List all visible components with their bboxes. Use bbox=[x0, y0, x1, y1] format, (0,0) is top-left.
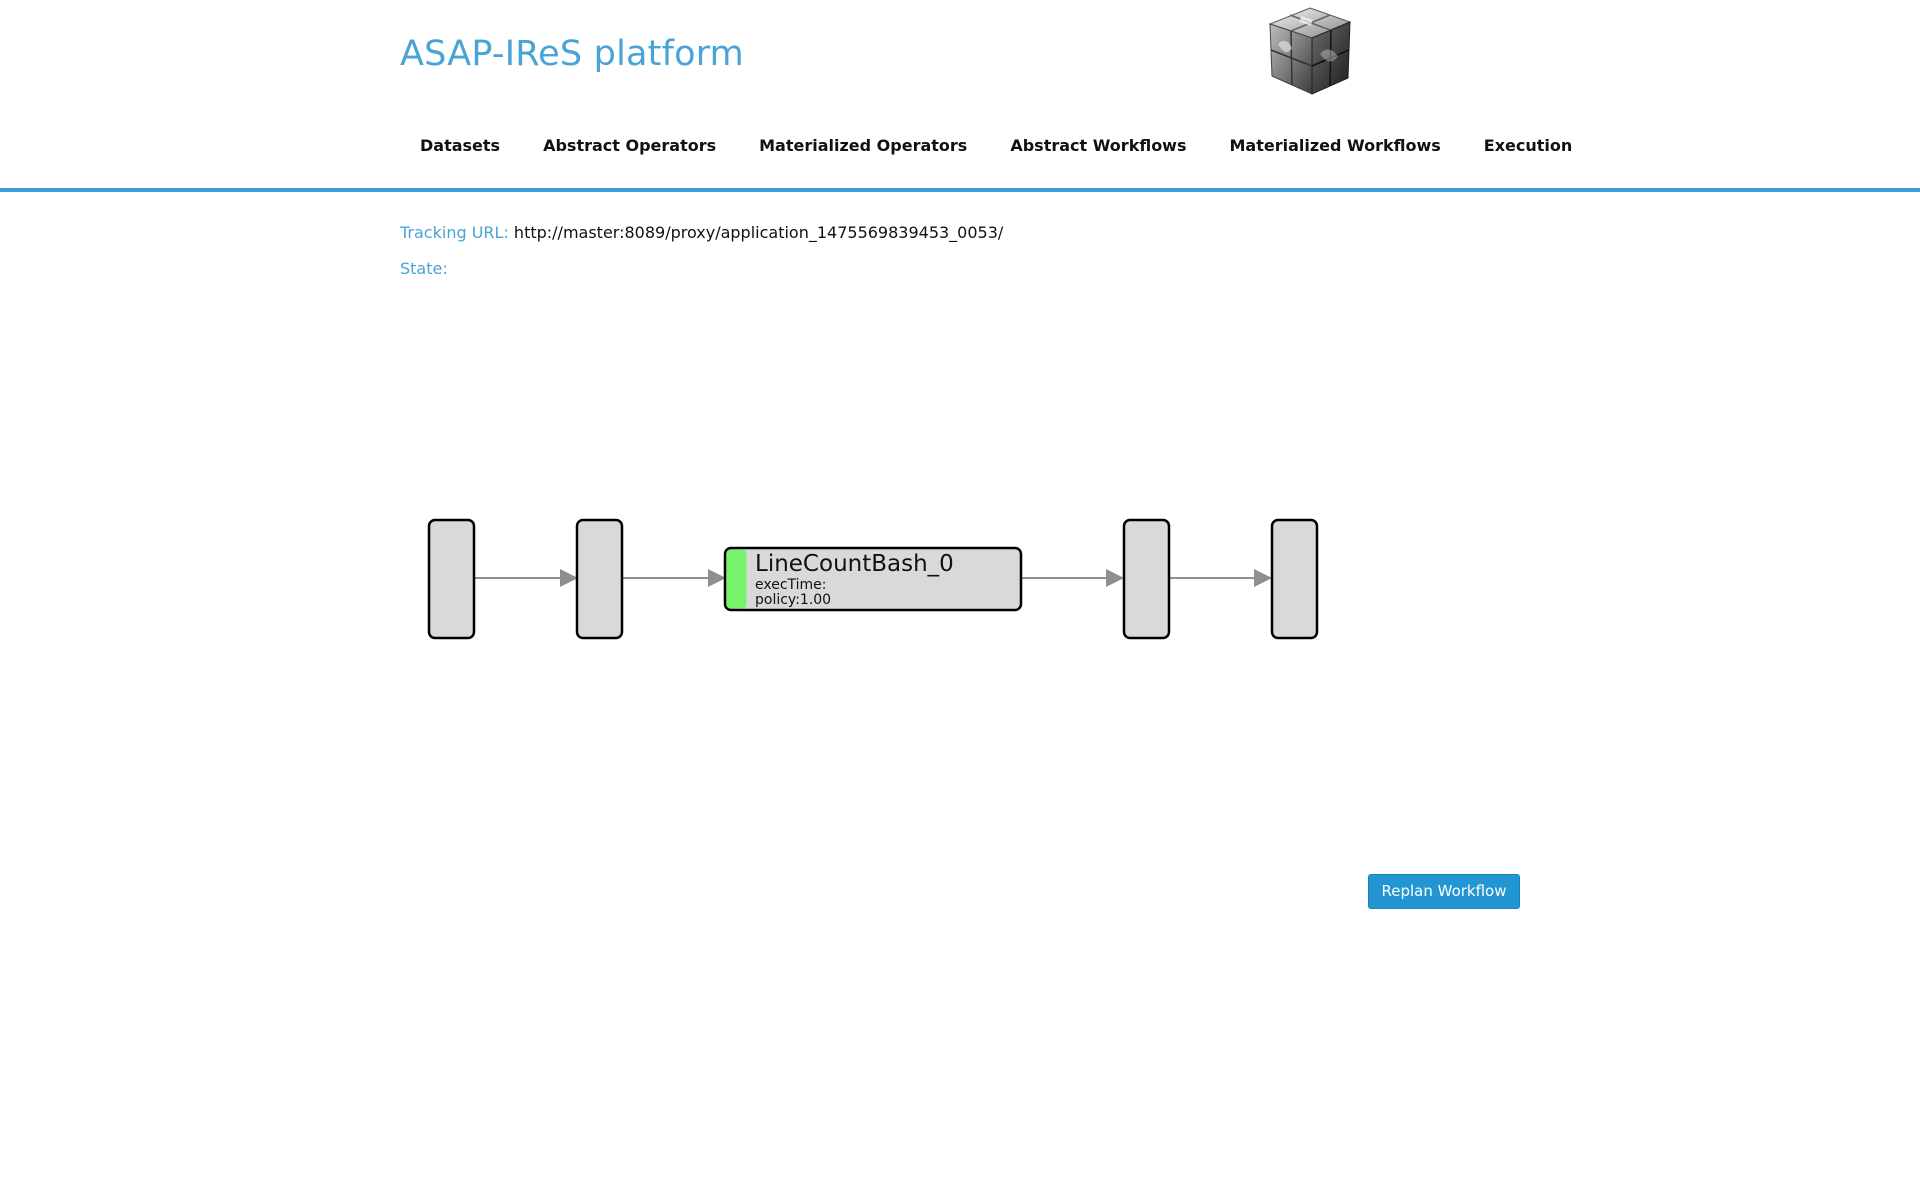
nav-materialized-operators[interactable]: Materialized Operators bbox=[739, 128, 987, 163]
operator-exec-time: execTime: bbox=[755, 577, 827, 593]
dataset-node[interactable] bbox=[1122, 518, 1171, 640]
dataset-node[interactable] bbox=[575, 518, 624, 640]
operator-status-bar bbox=[726, 549, 747, 609]
dataset-node[interactable] bbox=[1270, 518, 1319, 640]
workflow-graph: LineCountBash_0 execTime: policy:1.00 bbox=[420, 510, 1340, 650]
cube-logo-icon[interactable] bbox=[1262, 4, 1358, 98]
state-row: State: bbox=[400, 259, 448, 278]
dataset-node[interactable] bbox=[427, 518, 476, 640]
tracking-url-row: Tracking URL: http://master:8089/proxy/a… bbox=[400, 223, 1003, 242]
site-title[interactable]: ASAP-IReS platform bbox=[400, 34, 744, 74]
header: ASAP-IReS platform Datasets Abstract Ope… bbox=[0, 0, 1920, 192]
nav-datasets[interactable]: Datasets bbox=[400, 128, 520, 163]
nav-materialized-workflows[interactable]: Materialized Workflows bbox=[1209, 128, 1460, 163]
nav-abstract-workflows[interactable]: Abstract Workflows bbox=[990, 128, 1206, 163]
operator-node[interactable]: LineCountBash_0 execTime: policy:1.00 bbox=[723, 546, 1023, 612]
operator-name: LineCountBash_0 bbox=[755, 551, 954, 577]
state-label: State: bbox=[400, 259, 448, 278]
nav-abstract-operators[interactable]: Abstract Operators bbox=[523, 128, 736, 163]
main-nav: Datasets Abstract Operators Materialized… bbox=[400, 128, 1595, 162]
replan-workflow-button[interactable]: Replan Workflow bbox=[1368, 874, 1520, 909]
tracking-url-value[interactable]: http://master:8089/proxy/application_147… bbox=[514, 223, 1003, 242]
tracking-url-label: Tracking URL: bbox=[400, 223, 509, 242]
nav-execution[interactable]: Execution bbox=[1464, 128, 1593, 163]
operator-policy: policy:1.00 bbox=[755, 592, 831, 608]
